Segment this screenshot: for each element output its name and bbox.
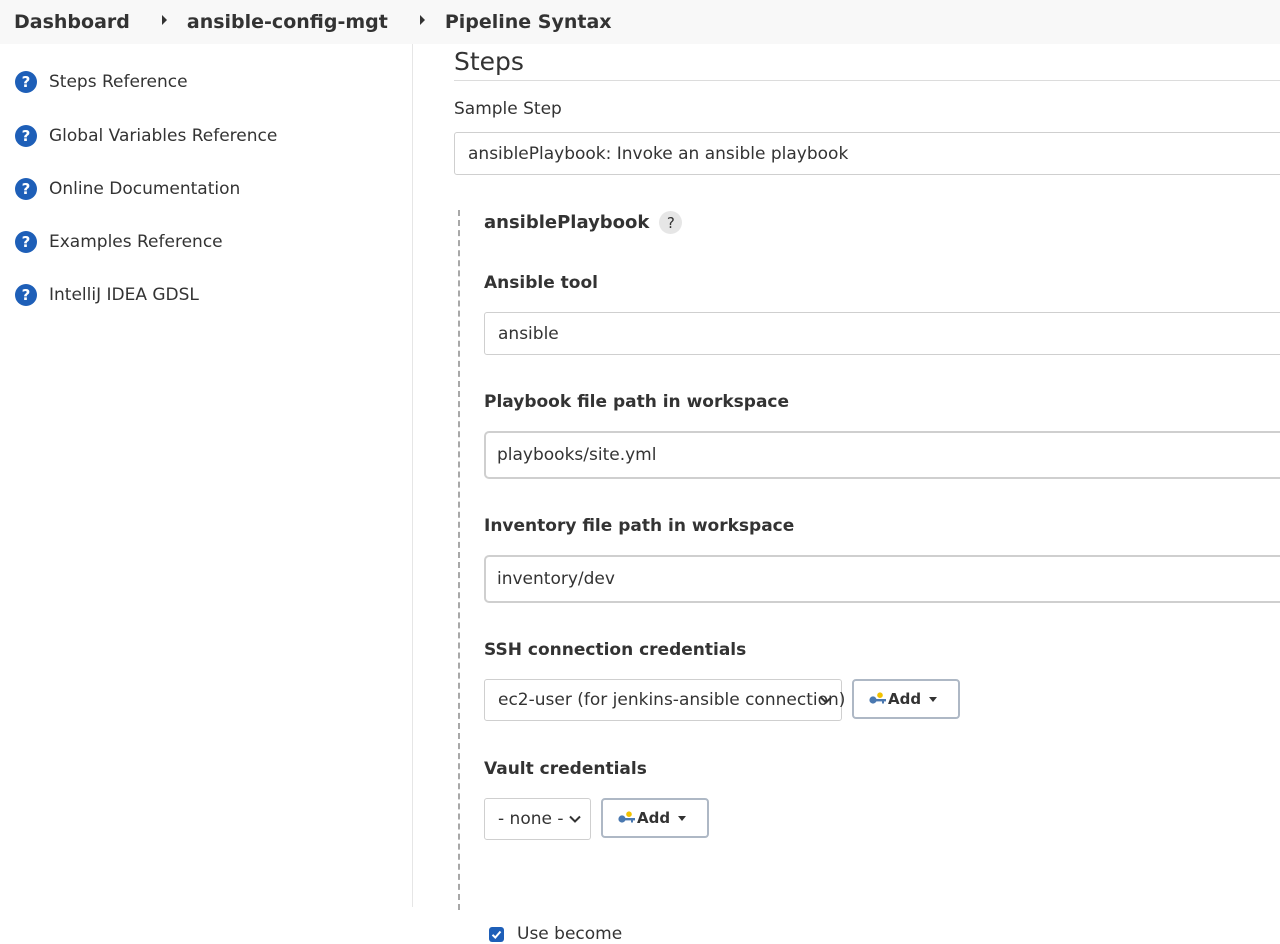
sidebar-item-online-documentation[interactable]: ? Online Documentation xyxy=(15,178,240,200)
main-content: Steps Sample Step ansiblePlaybook: Invok… xyxy=(454,44,1280,944)
playbook-path-input[interactable]: playbooks/site.yml xyxy=(484,431,1280,479)
sidebar-item-label: Examples Reference xyxy=(49,232,223,252)
playbook-path-label: Playbook file path in workspace xyxy=(484,392,790,412)
sample-step-select[interactable]: ansiblePlaybook: Invoke an ansible playb… xyxy=(454,132,1280,175)
key-icon xyxy=(618,811,635,823)
chevron-down-icon xyxy=(569,815,581,823)
sample-step-label: Sample Step xyxy=(454,99,562,119)
page-title: Steps xyxy=(454,47,524,76)
use-become-label: Use become xyxy=(517,924,623,944)
step-name: ansiblePlaybook xyxy=(484,212,650,233)
ssh-credentials-select[interactable]: ec2-user (for jenkins-ansible connection… xyxy=(484,679,846,721)
help-icon[interactable]: ? xyxy=(659,211,683,234)
ssh-credentials-value: ec2-user (for jenkins-ansible connection… xyxy=(498,690,846,710)
help-icon: ? xyxy=(15,178,37,200)
add-button-label: Add xyxy=(637,809,671,827)
breadcrumb-separator-icon xyxy=(419,15,425,25)
use-become-row: Use become xyxy=(489,924,622,944)
sidebar: ? Steps Reference ? Global Variables Ref… xyxy=(0,44,413,907)
breadcrumb-separator-icon xyxy=(161,15,167,25)
breadcrumb-job[interactable]: ansible-config-mgt xyxy=(187,11,388,33)
help-icon: ? xyxy=(15,125,37,147)
inventory-path-input[interactable]: inventory/dev xyxy=(484,555,1280,603)
breadcrumb: Dashboard ansible-config-mgt Pipeline Sy… xyxy=(0,0,1280,44)
ssh-credentials-label: SSH connection credentials xyxy=(484,640,747,660)
checkmark-icon xyxy=(491,930,502,939)
caret-down-icon xyxy=(929,696,938,702)
playbook-path-value: playbooks/site.yml xyxy=(497,445,657,465)
vault-credentials-label: Vault credentials xyxy=(484,759,647,779)
sidebar-item-intellij-idea-gdsl[interactable]: ? IntelliJ IDEA GDSL xyxy=(15,284,199,306)
help-icon: ? xyxy=(15,284,37,306)
inventory-path-value: inventory/dev xyxy=(497,569,615,589)
sidebar-item-label: Steps Reference xyxy=(49,72,188,92)
sidebar-item-label: IntelliJ IDEA GDSL xyxy=(49,285,199,305)
ansible-tool-value: ansible xyxy=(498,323,559,344)
ansible-tool-label: Ansible tool xyxy=(484,273,598,293)
breadcrumb-dashboard[interactable]: Dashboard xyxy=(14,11,130,33)
caret-down-icon xyxy=(678,815,687,821)
sidebar-item-label: Online Documentation xyxy=(49,179,241,199)
help-icon: ? xyxy=(15,71,37,93)
inventory-path-label: Inventory file path in workspace xyxy=(484,516,795,536)
use-become-checkbox[interactable] xyxy=(489,926,504,942)
step-name-heading: ansiblePlaybook ? xyxy=(484,211,683,234)
sidebar-item-global-variables-reference[interactable]: ? Global Variables Reference xyxy=(15,125,277,147)
chevron-down-icon xyxy=(820,696,832,704)
step-config-panel: ansiblePlaybook ? Ansible tool ansible P… xyxy=(458,210,1280,944)
sidebar-item-steps-reference[interactable]: ? Steps Reference xyxy=(15,71,188,93)
sidebar-item-examples-reference[interactable]: ? Examples Reference xyxy=(15,231,223,253)
vault-credentials-select[interactable]: - none - xyxy=(484,798,591,840)
add-ssh-credentials-button[interactable]: Add xyxy=(852,679,960,719)
vault-credentials-value: - none - xyxy=(498,809,564,829)
breadcrumb-pipeline-syntax[interactable]: Pipeline Syntax xyxy=(445,11,612,33)
ansible-tool-input[interactable]: ansible xyxy=(484,312,1280,355)
add-vault-credentials-button[interactable]: Add xyxy=(601,798,709,838)
sidebar-item-label: Global Variables Reference xyxy=(49,126,278,146)
sample-step-value: ansiblePlaybook: Invoke an ansible playb… xyxy=(468,143,849,164)
add-button-label: Add xyxy=(888,690,922,708)
key-icon xyxy=(869,692,886,704)
divider xyxy=(454,80,1280,81)
help-icon: ? xyxy=(15,231,37,253)
